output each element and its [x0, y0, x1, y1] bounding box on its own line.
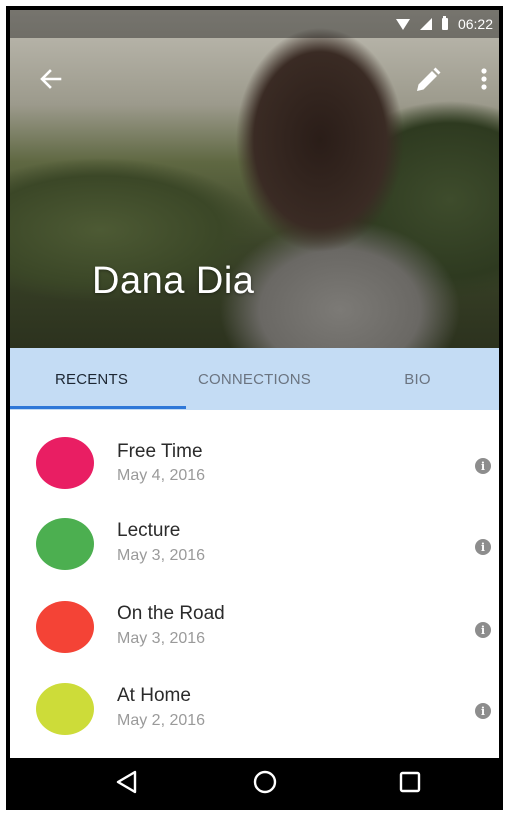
- tab-recents[interactable]: RECENTS: [10, 348, 173, 410]
- profile-header-image: 06:22 Dana Dia: [10, 10, 499, 348]
- item-date: May 2, 2016: [117, 712, 206, 729]
- info-icon[interactable]: i: [475, 622, 491, 638]
- nav-recents-button[interactable]: [393, 766, 427, 798]
- item-date: May 4, 2016: [117, 467, 206, 484]
- item-date: May 3, 2016: [117, 547, 206, 564]
- info-icon[interactable]: i: [475, 458, 491, 474]
- item-title: On the Road: [117, 603, 225, 624]
- recents-list: Free Time May 4, 2016 i Lecture May 3, 2…: [10, 410, 499, 742]
- edit-button[interactable]: [408, 60, 448, 100]
- avatar: [36, 601, 94, 653]
- list-item[interactable]: Lecture May 3, 2016 i: [10, 493, 499, 576]
- signal-icon: [419, 18, 432, 30]
- arrow-left-icon: [40, 69, 62, 89]
- tab-bar: RECENTS CONNECTIONS BIO: [10, 348, 499, 410]
- circle-home-icon: [253, 770, 277, 794]
- system-navigation-bar: [10, 758, 499, 806]
- avatar: [36, 437, 94, 489]
- more-options-button[interactable]: [472, 60, 496, 100]
- back-button[interactable]: [30, 60, 70, 100]
- pencil-icon: [417, 67, 441, 91]
- status-bar: 06:22: [10, 10, 499, 38]
- list-item[interactable]: At Home May 2, 2016 i: [10, 659, 499, 742]
- info-icon[interactable]: i: [475, 703, 491, 719]
- item-title: At Home: [117, 685, 191, 706]
- list-item[interactable]: On the Road May 3, 2016 i: [10, 576, 499, 659]
- tab-connections[interactable]: CONNECTIONS: [173, 348, 336, 410]
- nav-back-button[interactable]: [110, 766, 144, 798]
- item-title: Free Time: [117, 441, 203, 462]
- triangle-back-icon: [116, 770, 137, 794]
- device-frame: 06:22 Dana Dia RECENTS CONNECTIONS BIO F…: [6, 6, 503, 810]
- status-time: 06:22: [457, 16, 493, 32]
- item-date: May 3, 2016: [117, 630, 206, 647]
- active-tab-indicator: [10, 406, 186, 409]
- avatar: [36, 683, 94, 735]
- battery-icon: [441, 16, 448, 30]
- profile-name: Dana Dia: [92, 260, 255, 302]
- list-item[interactable]: Free Time May 4, 2016 i: [10, 410, 499, 493]
- screen: 06:22 Dana Dia RECENTS CONNECTIONS BIO F…: [10, 10, 499, 806]
- square-recents-icon: [399, 771, 421, 793]
- avatar: [36, 518, 94, 570]
- item-title: Lecture: [117, 520, 181, 541]
- nav-home-button[interactable]: [248, 766, 282, 798]
- wifi-icon: [395, 18, 410, 30]
- info-icon[interactable]: i: [475, 539, 491, 555]
- tab-bio[interactable]: BIO: [336, 348, 499, 410]
- more-vert-icon: [481, 68, 487, 90]
